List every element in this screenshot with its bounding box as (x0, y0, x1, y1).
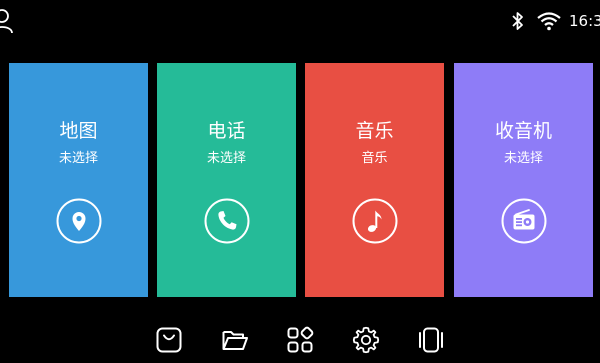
folder-icon[interactable] (221, 326, 249, 354)
card-music[interactable]: 音乐 音乐 (305, 63, 444, 297)
wifi-icon (537, 12, 561, 31)
music-note-icon (352, 198, 398, 244)
bluetooth-icon (512, 12, 523, 30)
shopping-bag-icon[interactable] (155, 326, 183, 354)
radio-icon (501, 198, 547, 244)
status-clock: 16:3 (569, 12, 600, 30)
user-icon[interactable] (0, 8, 14, 34)
card-subtitle: 音乐 (361, 151, 388, 166)
card-subtitle: 未选择 (206, 151, 246, 166)
card-title: 收音机 (494, 120, 552, 142)
card-title: 电话 (207, 120, 246, 142)
recent-apps-icon[interactable] (417, 326, 445, 354)
card-title: 音乐 (355, 120, 394, 142)
status-bar: 16:3 (0, 0, 600, 40)
settings-gear-icon[interactable] (352, 326, 380, 354)
card-subtitle: 未选择 (503, 151, 543, 166)
card-radio[interactable]: 收音机 未选择 (454, 63, 593, 297)
card-map[interactable]: 地图 未选择 (9, 63, 148, 297)
phone-icon (204, 198, 250, 244)
apps-grid-icon[interactable] (286, 326, 314, 354)
bottom-dock (0, 322, 600, 362)
card-phone[interactable]: 电话 未选择 (157, 63, 296, 297)
card-title: 地图 (59, 120, 98, 142)
location-pin-icon (56, 198, 102, 244)
card-subtitle: 未选择 (58, 151, 98, 166)
